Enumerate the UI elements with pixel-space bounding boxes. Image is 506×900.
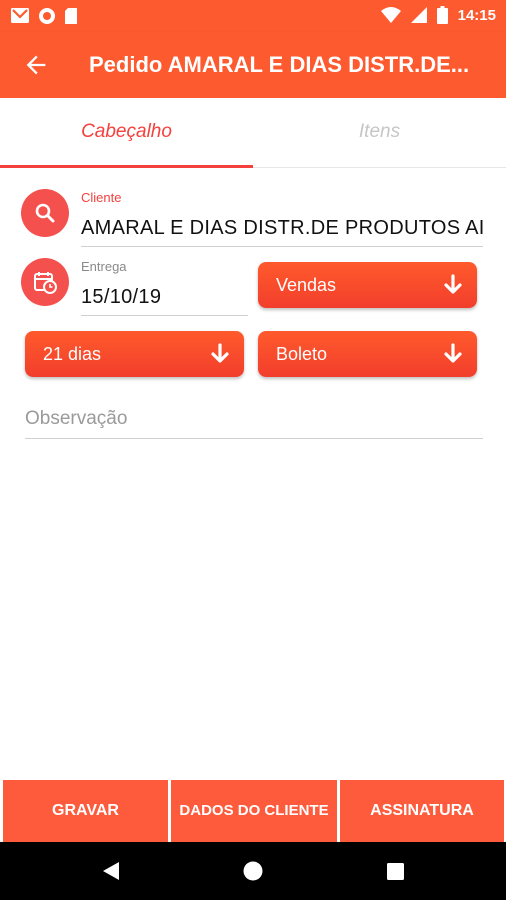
recents-square-icon[interactable] bbox=[387, 863, 404, 880]
gravar-button[interactable]: GRAVAR bbox=[3, 780, 168, 842]
cliente-underline bbox=[81, 246, 483, 247]
app-bar: Pedido AMARAL E DIAS DISTR.DE... bbox=[0, 32, 506, 98]
tab-itens[interactable]: Itens bbox=[253, 98, 506, 168]
cliente-field[interactable]: AMARAL E DIAS DISTR.DE PRODUTOS AI bbox=[81, 217, 483, 240]
search-icon bbox=[35, 203, 55, 223]
tipo-selected: Vendas bbox=[276, 275, 337, 295]
arrow-down-icon bbox=[211, 343, 229, 363]
entrega-field[interactable]: 15/10/19 bbox=[81, 286, 246, 309]
assinatura-button[interactable]: ASSINATURA bbox=[340, 780, 504, 842]
navigation-bar bbox=[0, 842, 506, 900]
gmail-icon bbox=[11, 8, 29, 23]
home-circle-icon[interactable] bbox=[243, 861, 263, 881]
entrega-underline bbox=[81, 315, 248, 316]
pagamento-dropdown[interactable]: Boleto bbox=[258, 331, 477, 377]
sd-card-icon bbox=[65, 8, 77, 24]
status-right-icons: 14:15 bbox=[380, 6, 496, 24]
entrega-label: Entrega bbox=[81, 259, 127, 274]
prazo-dropdown[interactable]: 21 dias bbox=[25, 331, 244, 377]
signal-icon bbox=[410, 7, 427, 23]
calendar-clock-icon bbox=[34, 272, 57, 294]
date-picker-button[interactable] bbox=[21, 258, 69, 306]
back-triangle-icon[interactable] bbox=[101, 861, 121, 881]
tipo-dropdown[interactable]: Vendas bbox=[258, 262, 477, 308]
clock: 14:15 bbox=[457, 6, 496, 24]
pagamento-selected: Boleto bbox=[276, 344, 328, 364]
page-title: Pedido AMARAL E DIAS DISTR.DE... bbox=[89, 52, 470, 77]
tab-bar: Cabeçalho Itens bbox=[0, 98, 506, 168]
status-left-icons bbox=[10, 7, 78, 25]
arrow-down-icon bbox=[444, 274, 462, 294]
status-bar: 14:15 bbox=[0, 0, 506, 32]
arrow-down-icon bbox=[444, 343, 462, 363]
battery-icon bbox=[436, 6, 448, 24]
client-search-button[interactable] bbox=[21, 189, 69, 237]
wifi-icon bbox=[380, 7, 401, 23]
observacao-underline bbox=[25, 438, 483, 439]
tab-cabecalho[interactable]: Cabeçalho bbox=[0, 98, 253, 168]
record-icon bbox=[39, 8, 55, 24]
arrow-left-icon[interactable] bbox=[22, 51, 50, 79]
prazo-selected: 21 dias bbox=[43, 344, 102, 364]
dados-do-cliente-button[interactable]: DADOS DO CLIENTE bbox=[171, 780, 337, 842]
observacao-input[interactable]: Observação bbox=[25, 408, 127, 430]
bottom-button-bar: GRAVAR DADOS DO CLIENTE ASSINATURA bbox=[0, 780, 506, 842]
cliente-label: Cliente bbox=[81, 190, 122, 205]
tab-indicator bbox=[0, 165, 253, 168]
